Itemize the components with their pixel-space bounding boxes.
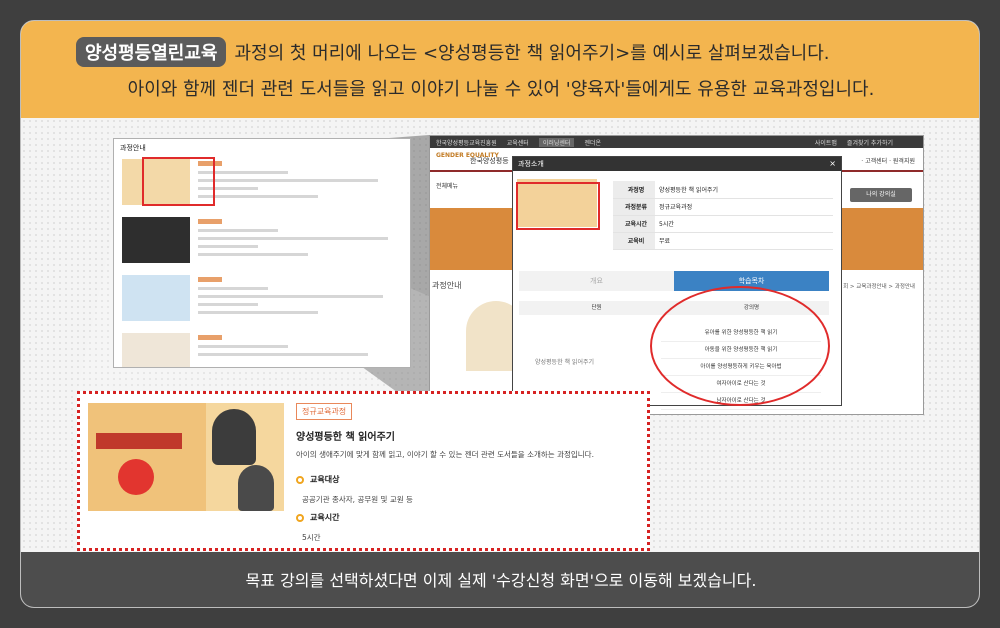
nav-right-links[interactable]: · 고객센터 · 원격지원 [861,156,915,165]
modal-tabs: 개요 학습목차 [519,271,829,291]
topbar-link[interactable]: 한국양성평등교육진흥원 [436,138,497,147]
site-topbar: 한국양성평등교육진흥원 교육센터 이러닝센터 젠더온 사이트맵 즐겨찾기 추가하… [430,136,923,148]
time-label: 교육시간 [310,513,340,522]
highlight-box [516,182,600,230]
tab-overview[interactable]: 개요 [519,271,674,291]
instruction-line-2: 아이와 함께 젠더 관련 도서들을 읽고 이야기 나눌 수 있어 '양육자'들에… [127,79,875,100]
course-list-title: 과정안내 [120,144,146,152]
topbar-link[interactable]: 젠더온 [584,138,601,147]
list-item[interactable] [120,275,405,327]
target-value: 공공기관 종사자, 공무원 및 교원 등 [302,495,413,504]
course-title[interactable]: 양성평등한 책 읽어주기 [296,428,395,443]
all-menu-button[interactable]: 전체메뉴 [436,181,458,190]
my-lecture-button[interactable]: 나의 강의실 [850,188,912,202]
topbar-link-active[interactable]: 이러닝센터 [538,137,575,147]
bullet-icon [296,475,304,484]
col-unit: 단원 [591,305,602,311]
time-section: 교육시간 [296,512,339,523]
screenshot-stage: 과정안내 한국양성평등교육진흥원 교육센터 이러닝센터 젠더온 사이트맵 즐겨찾… [21,118,979,552]
course-heading: 과정안내 [432,281,462,290]
modal-title: 과정소개 [518,160,544,168]
tutorial-frame: 양성평등열린교육 과정의 첫 머리에 나오는 <양성평등한 책 읽어주기>를 예… [20,20,980,608]
highlight-box [142,157,215,206]
zoom-detail: 정규교육과정 양성평등한 책 읽어주기 아이의 생애주기에 맞게 함께 읽고, … [77,391,650,551]
instruction-footer: 목표 강의를 선택하셨다면 이제 실제 '수강신청 화면'으로 이동해 보겠습니… [21,552,979,607]
instruction-line-1-text: 과정의 첫 머리에 나오는 <양성평등한 책 읽어주기>를 예시로 살펴보겠습니… [234,43,830,64]
topbar-link[interactable]: 교육센터 [507,138,529,147]
list-item[interactable] [120,217,405,269]
highlight-oval [650,286,830,406]
course-thumbnail [122,275,190,321]
sitemap-link[interactable]: 사이트맵 [815,138,837,147]
course-thumbnail-large [88,403,284,511]
close-icon[interactable]: × [829,157,836,171]
breadcrumb: 회 > 교육과정안내 > 과정안내 [843,284,915,290]
course-list-page: 과정안내 [113,138,411,368]
bullet-icon [296,513,304,522]
target-label: 교육대상 [310,475,340,484]
course-badge: 양성평등열린교육 [76,37,227,67]
course-description: 아이의 생애주기에 맞게 함께 읽고, 이야기 할 수 있는 젠더 관련 도서들… [296,450,594,459]
modal-header: 과정소개 × [513,157,841,171]
course-thumbnail [122,217,190,263]
site-name: 한국양성평등 [470,157,509,165]
course-info-table: 과정명 양성평등한 책 읽어주기 과정분류 정규교육과정 교육시간 5시간 교육비 무료 [613,181,833,250]
instruction-header: 양성평등열린교육 과정의 첫 머리에 나오는 <양성평등한 책 읽어주기>를 예… [21,21,979,118]
site-screenshot: 한국양성평등교육진흥원 교육센터 이러닝센터 젠더온 사이트맵 즐겨찾기 추가하… [429,135,924,415]
course-thumbnail [122,333,190,367]
unit-name: 양성평등한 책 읽어주기 [535,359,595,366]
target-section: 교육대상 [296,474,339,485]
list-item[interactable] [120,333,405,367]
time-value: 5시간 [302,533,321,542]
course-category-tag: 정규교육과정 [296,403,353,420]
bookmark-link[interactable]: 즐겨찾기 추가하기 [847,138,893,147]
instruction-line-1: 양성평등열린교육 과정의 첫 머리에 나오는 <양성평등한 책 읽어주기>를 예… [76,37,830,67]
